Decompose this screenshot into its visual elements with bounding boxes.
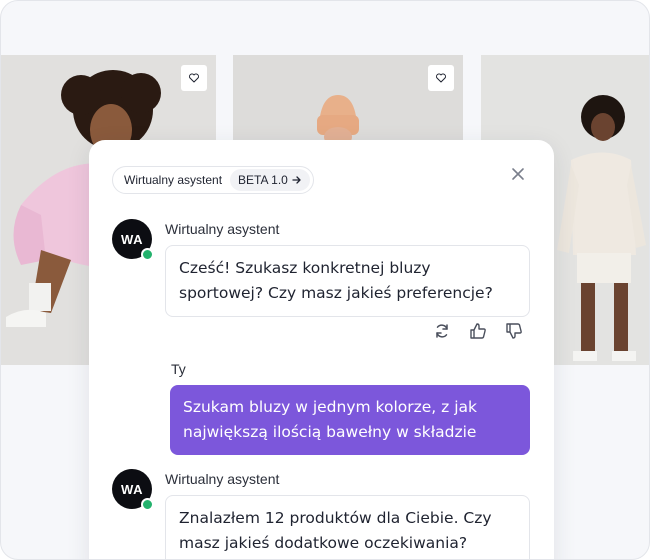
favorite-button[interactable]: [181, 65, 207, 91]
heart-icon: [189, 73, 199, 83]
regenerate-icon[interactable]: [432, 321, 452, 341]
avatar-initials: WA: [121, 231, 143, 247]
close-icon[interactable]: [508, 164, 528, 184]
beta-badge-button[interactable]: BETA 1.0: [230, 169, 310, 191]
avatar: WA: [112, 469, 154, 511]
heart-icon: [436, 73, 446, 83]
message-bubble: Cześć! Szukasz konkretnej bluzy sportowe…: [165, 245, 530, 317]
message-sender: Wirtualny asystent: [165, 221, 280, 237]
beta-badge-label: BETA 1.0: [238, 173, 288, 187]
arrow-right-icon: [292, 176, 301, 184]
thumbs-up-icon[interactable]: [468, 321, 488, 341]
assistant-title: Wirtualny asystent: [124, 173, 223, 187]
message-actions: [432, 321, 524, 341]
app-frame: Wirtualny asystent BETA 1.0 WA Wirtualny…: [0, 0, 650, 560]
message-bubble: Szukam bluzy w jednym kolorze, z jak naj…: [170, 385, 530, 455]
message-sender: Wirtualny asystent: [165, 471, 280, 487]
assistant-header-pill: Wirtualny asystent BETA 1.0: [112, 166, 314, 194]
chat-panel: Wirtualny asystent BETA 1.0 WA Wirtualny…: [89, 140, 554, 559]
favorite-button[interactable]: [428, 65, 454, 91]
message-sender: Ty: [171, 361, 186, 377]
avatar-initials: WA: [121, 481, 143, 497]
thumbs-down-icon[interactable]: [504, 321, 524, 341]
online-status-dot: [141, 248, 154, 261]
avatar: WA: [112, 219, 154, 261]
message-bubble: Znalazłem 12 produktów dla Ciebie. Czy m…: [165, 495, 530, 559]
online-status-dot: [141, 498, 154, 511]
